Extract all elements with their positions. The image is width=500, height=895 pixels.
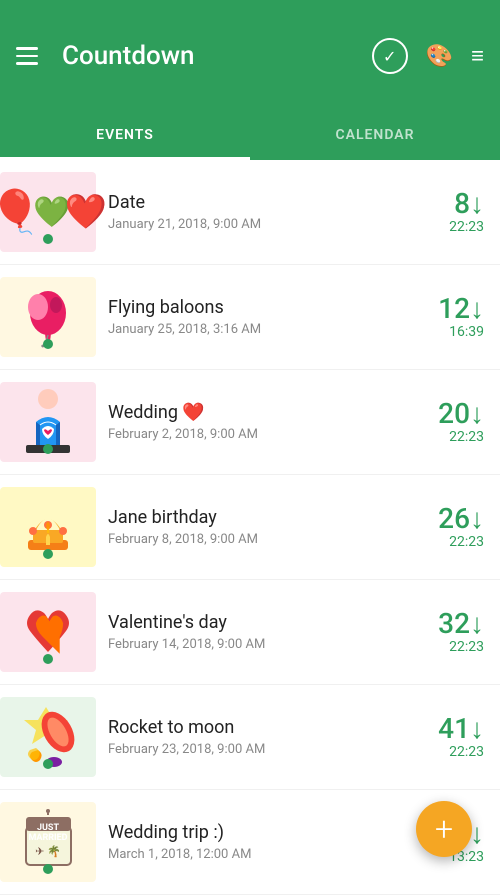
event-name: Rocket to moon [108, 717, 438, 738]
event-date: February 2, 2018, 9:00 AM [108, 427, 438, 442]
countdown-time: 22:23 [449, 639, 484, 655]
header: Countdown ✓ 🎨 ≡ [0, 0, 500, 112]
countdown-days: 32↓ [438, 609, 484, 640]
countdown-days: 20↓ [438, 399, 484, 430]
check-icon[interactable]: ✓ [372, 38, 408, 74]
event-date: February 14, 2018, 9:00 AM [108, 637, 438, 652]
svg-text:MARRIED: MARRIED [28, 833, 67, 843]
event-name: Valentine's day [108, 612, 438, 633]
event-date: January 21, 2018, 9:00 AM [108, 217, 449, 232]
svg-text:✈ 🌴: ✈ 🌴 [35, 845, 61, 858]
event-date: February 8, 2018, 9:00 AM [108, 532, 438, 547]
countdown-time: 22:23 [449, 429, 484, 445]
event-name: Flying baloons [108, 297, 438, 318]
tab-events[interactable]: EVENTS [0, 112, 250, 160]
tab-calendar[interactable]: CALENDAR [250, 112, 500, 160]
app-title: Countdown [62, 41, 372, 71]
countdown-days: 26↓ [438, 504, 484, 535]
countdown-time: 16:39 [449, 324, 484, 340]
event-name: Jane birthday [108, 507, 438, 528]
countdown-time: 22:23 [449, 744, 484, 760]
list-item[interactable]: Jane birthday February 8, 2018, 9:00 AM26… [0, 475, 500, 580]
countdown-time: 22:23 [449, 534, 484, 550]
list-item[interactable]: Rocket to moon February 23, 2018, 9:00 AM… [0, 685, 500, 790]
event-date: March 1, 2018, 12:00 AM [108, 847, 438, 862]
list-item[interactable]: 🎈💚❤️DateJanuary 21, 2018, 9:00 AM8↓22:23 [0, 160, 500, 265]
countdown-days: 12↓ [438, 294, 484, 325]
menu-button[interactable] [16, 47, 38, 65]
palette-icon[interactable]: 🎨 [426, 44, 453, 69]
list-item[interactable]: Wedding ❤️ February 2, 2018, 9:00 AM20↓22… [0, 370, 500, 475]
svg-text:JUST: JUST [36, 823, 59, 833]
add-event-button[interactable]: + [416, 801, 472, 857]
countdown-days: 41↓ [438, 714, 484, 745]
countdown-days: 8↓ [454, 189, 484, 220]
filter-icon[interactable]: ≡ [471, 43, 484, 69]
list-item[interactable]: Valentine's day February 14, 2018, 9:00 A… [0, 580, 500, 685]
tabs-bar: EVENTS CALENDAR [0, 112, 500, 160]
event-name: Wedding trip :) [108, 822, 438, 843]
event-list: 🎈💚❤️DateJanuary 21, 2018, 9:00 AM8↓22:23… [0, 160, 500, 895]
list-item[interactable]: Flying baloonsJanuary 25, 2018, 3:16 AM1… [0, 265, 500, 370]
header-actions: ✓ 🎨 ≡ [372, 38, 484, 74]
event-name: Date [108, 192, 449, 213]
event-name: Wedding ❤️ [108, 402, 438, 423]
event-date: February 23, 2018, 9:00 AM [108, 742, 438, 757]
event-date: January 25, 2018, 3:16 AM [108, 322, 438, 337]
countdown-time: 22:23 [449, 219, 484, 235]
